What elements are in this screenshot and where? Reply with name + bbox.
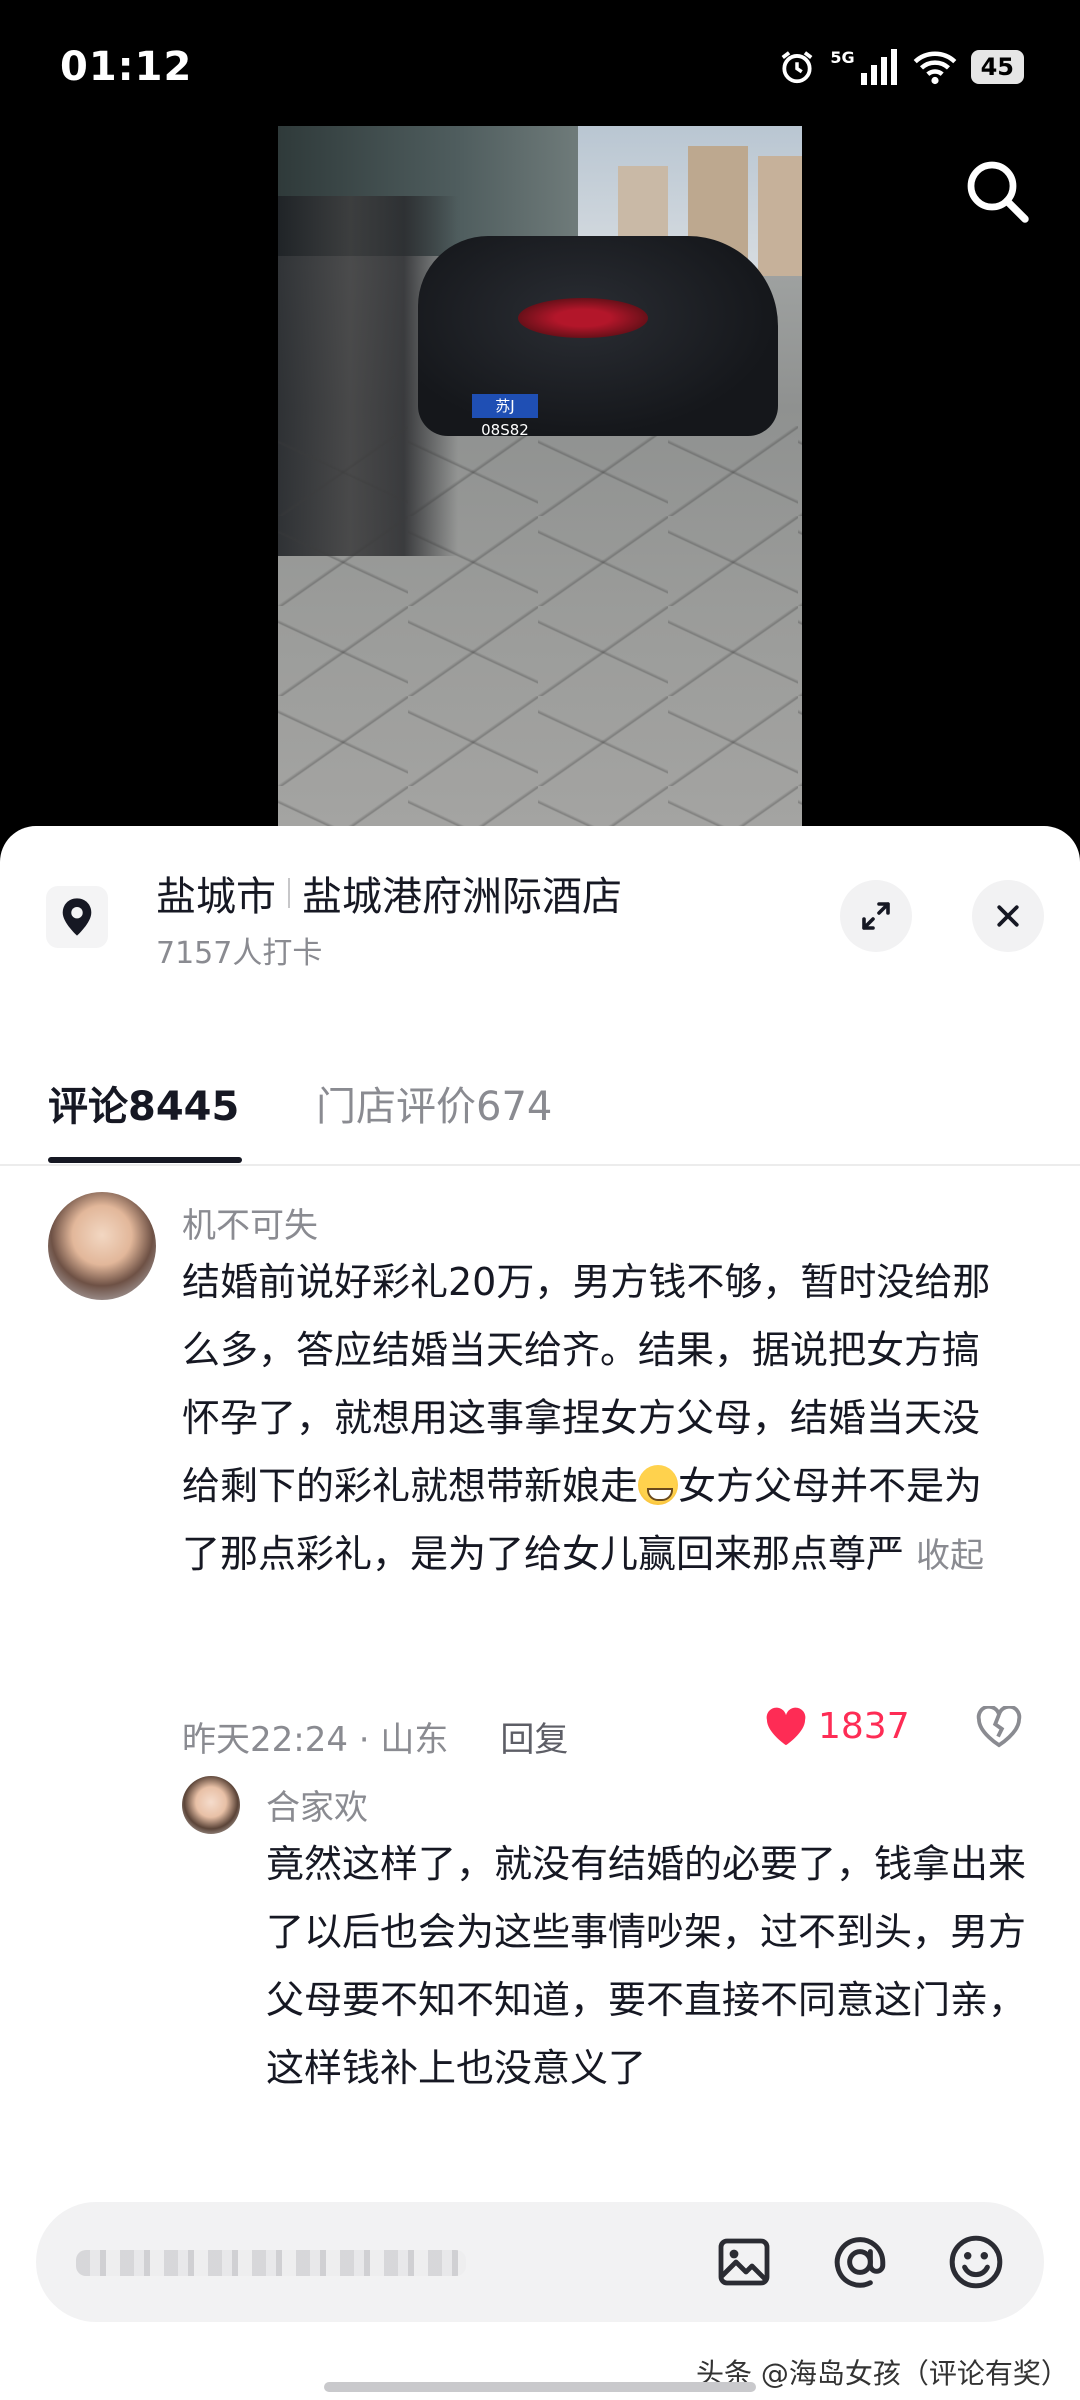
status-icons: 5G 45 bbox=[778, 48, 1024, 86]
comment-item: 机不可失 结婚前说好彩礼20万，男方钱不够，暂时没给那么多，答应结婚当天给齐。结… bbox=[0, 1192, 1080, 1760]
close-button[interactable] bbox=[972, 880, 1044, 952]
alarm-icon bbox=[781, 51, 813, 84]
comment-time-location: 昨天22:24 · 山东 bbox=[182, 1720, 449, 1760]
search-button[interactable] bbox=[962, 156, 1034, 228]
expand-icon bbox=[862, 902, 890, 930]
comment-author[interactable]: 机不可失 bbox=[182, 1198, 318, 1247]
at-sign-icon bbox=[834, 2237, 886, 2288]
reply-text: 竟然这样了，就没有结婚的必要了，钱拿出来了以后也会为这些事情吵架，过不到头，男方… bbox=[266, 1842, 1027, 2090]
broken-heart-icon bbox=[976, 1704, 1022, 1748]
tab-bar: 评论8445 门店评价674 bbox=[0, 1026, 1080, 1166]
location-title[interactable]: 盐城市 盐城港府洲际酒店 bbox=[156, 864, 622, 922]
tab-store-reviews-count: 674 bbox=[476, 1084, 553, 1130]
battery-indicator: 45 bbox=[970, 50, 1024, 84]
location-place: 盐城港府洲际酒店 bbox=[302, 874, 622, 920]
pavement bbox=[278, 426, 802, 830]
tab-store-reviews-label: 门店评价 bbox=[316, 1084, 476, 1130]
tab-comments[interactable]: 评论8445 bbox=[48, 1074, 239, 1132]
mention-button[interactable] bbox=[830, 2232, 890, 2292]
home-indicator[interactable] bbox=[324, 2382, 756, 2392]
tab-store-reviews[interactable]: 门店评价674 bbox=[316, 1074, 552, 1132]
location-header: 盐城市 盐城港府洲际酒店 7157人打卡 bbox=[0, 826, 1080, 1016]
active-tab-indicator bbox=[48, 1157, 242, 1163]
tab-comments-label: 评论 bbox=[48, 1084, 128, 1130]
flower-decoration bbox=[518, 298, 648, 338]
status-time: 01:12 bbox=[60, 44, 193, 90]
avatar[interactable] bbox=[182, 1776, 240, 1834]
video-frame: 苏J 08S82 bbox=[278, 126, 802, 830]
reply-item: 合家欢 竟然这样了，就没有结婚的必要了，钱拿出来了以后也会为这些事情吵架，过不到… bbox=[0, 1776, 1080, 2196]
collapse-link[interactable]: 收起 bbox=[916, 1536, 984, 1576]
title-divider bbox=[288, 878, 290, 908]
blurred-placeholder bbox=[76, 2250, 466, 2276]
comment-text: 结婚前说好彩礼20万，男方钱不够，暂时没给那么多，答应结婚当天给齐。结果，据说把… bbox=[182, 1248, 1002, 1590]
checkin-count: 7157人打卡 bbox=[156, 936, 323, 971]
like-count: 1837 bbox=[818, 1706, 910, 1747]
dislike-button[interactable] bbox=[976, 1704, 1022, 1752]
network-label: 5G bbox=[830, 48, 855, 67]
close-icon bbox=[997, 905, 1019, 927]
search-icon bbox=[967, 161, 1029, 223]
location-city: 盐城市 bbox=[156, 874, 276, 920]
license-plate: 苏J 08S82 bbox=[472, 394, 538, 439]
expand-button[interactable] bbox=[840, 880, 912, 952]
comment-sheet: 盐城市 盐城港府洲际酒店 7157人打卡 评论8445 门店评价674 机不可失… bbox=[0, 826, 1080, 2400]
image-button[interactable] bbox=[714, 2232, 774, 2292]
smiley-icon bbox=[949, 2235, 1003, 2289]
location-pin-icon bbox=[62, 898, 92, 936]
like-button[interactable]: 1837 bbox=[764, 1706, 910, 1747]
comment-input[interactable] bbox=[36, 2202, 1044, 2322]
tab-comments-count: 8445 bbox=[128, 1084, 240, 1130]
signal-icon bbox=[860, 49, 897, 85]
location-pin-badge bbox=[46, 886, 108, 948]
reply-author[interactable]: 合家欢 bbox=[266, 1780, 368, 1829]
emoji-button[interactable] bbox=[946, 2232, 1006, 2292]
wifi-icon bbox=[913, 51, 956, 85]
avatar[interactable] bbox=[48, 1192, 156, 1300]
comment-meta: 昨天22:24 · 山东 回复 bbox=[182, 1712, 568, 1761]
image-icon bbox=[718, 2238, 770, 2286]
heart-filled-icon bbox=[766, 1707, 806, 1745]
reply-button[interactable]: 回复 bbox=[500, 1712, 568, 1761]
grin-sweat-emoji-icon bbox=[638, 1465, 679, 1505]
status-bar: 01:12 5G 45 bbox=[0, 0, 1080, 130]
